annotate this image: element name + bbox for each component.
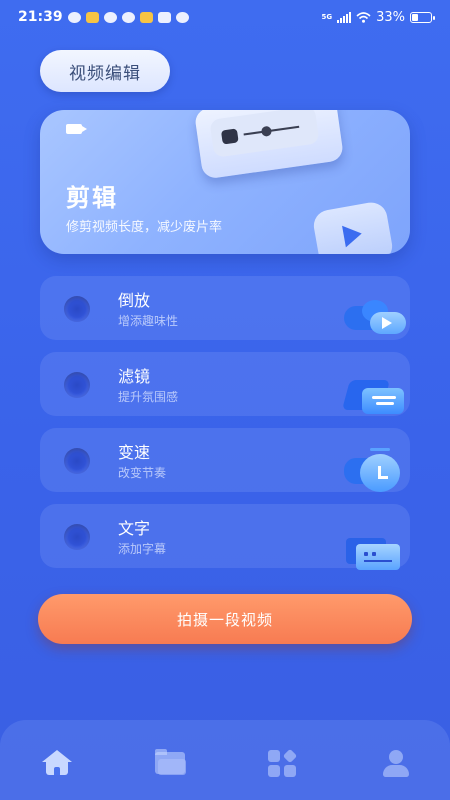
- layers-icon: [341, 376, 406, 416]
- feature-text-subtitle: 添加字幕: [118, 542, 167, 556]
- feature-speed-subtitle: 改变节奏: [118, 466, 167, 480]
- trim-card-title: 剪辑: [66, 184, 118, 212]
- image-notification-icon: [157, 11, 171, 23]
- home-icon[interactable]: [40, 750, 74, 778]
- trim-card[interactable]: 剪辑 修剪视频长度，减少废片率: [40, 110, 410, 254]
- feature-reverse-subtitle: 增添趣味性: [118, 314, 179, 328]
- wifi-icon: [356, 11, 371, 23]
- message-notification-icon: [103, 11, 117, 23]
- feature-reverse-title: 倒放: [118, 291, 151, 310]
- pause-icon: [220, 128, 239, 145]
- status-left: 21:39: [18, 9, 189, 25]
- play-icon: [311, 200, 395, 254]
- chat-notification-icon: [121, 11, 135, 23]
- record-video-button[interactable]: 拍摄一段视频: [38, 594, 412, 644]
- robot-notification-icon: [175, 11, 189, 23]
- feature-filter-subtitle: 提升氛围感: [118, 390, 179, 404]
- status-time: 21:39: [18, 9, 63, 25]
- progress-knob: [260, 125, 273, 137]
- network-type: 5G: [321, 13, 333, 21]
- bottom-nav: [0, 720, 450, 800]
- app-notification-icon-2: [139, 11, 153, 23]
- feature-text-title: 文字: [118, 519, 151, 538]
- clock-icon: [342, 448, 406, 492]
- weibo-notification-icon: [67, 11, 81, 23]
- battery-percent: 33%: [376, 9, 405, 25]
- feature-speed-radio: [64, 448, 90, 474]
- camera-icon: [66, 124, 87, 134]
- feature-text[interactable]: 文字 添加字幕: [40, 504, 410, 570]
- battery-fill: [412, 13, 418, 21]
- feature-text-radio: [64, 524, 90, 550]
- page-title: 视频编辑: [40, 50, 170, 92]
- text-box-icon: [342, 528, 406, 570]
- feature-speed-title: 变速: [118, 443, 151, 462]
- feature-filter-radio: [64, 372, 90, 398]
- apps-icon[interactable]: [266, 748, 300, 778]
- feature-filter[interactable]: 滤镜 提升氛围感: [40, 352, 410, 416]
- user-icon[interactable]: [379, 750, 413, 778]
- feature-reverse[interactable]: 倒放 增添趣味性: [40, 276, 410, 340]
- cloud-play-icon: [342, 300, 406, 340]
- trim-card-subtitle: 修剪视频长度，减少废片率: [66, 220, 223, 235]
- player-illustration: [193, 110, 345, 180]
- signal-icon: [337, 11, 352, 23]
- status-bar: 21:39 5G 33%: [0, 0, 450, 34]
- app-notification-icon: [85, 11, 99, 23]
- battery-icon: [410, 11, 435, 23]
- feature-speed[interactable]: 变速 改变节奏: [40, 428, 410, 492]
- feature-reverse-radio: [64, 296, 90, 322]
- feature-filter-title: 滤镜: [118, 367, 151, 386]
- status-right: 5G 33%: [321, 9, 435, 25]
- folder-icon[interactable]: [153, 749, 187, 778]
